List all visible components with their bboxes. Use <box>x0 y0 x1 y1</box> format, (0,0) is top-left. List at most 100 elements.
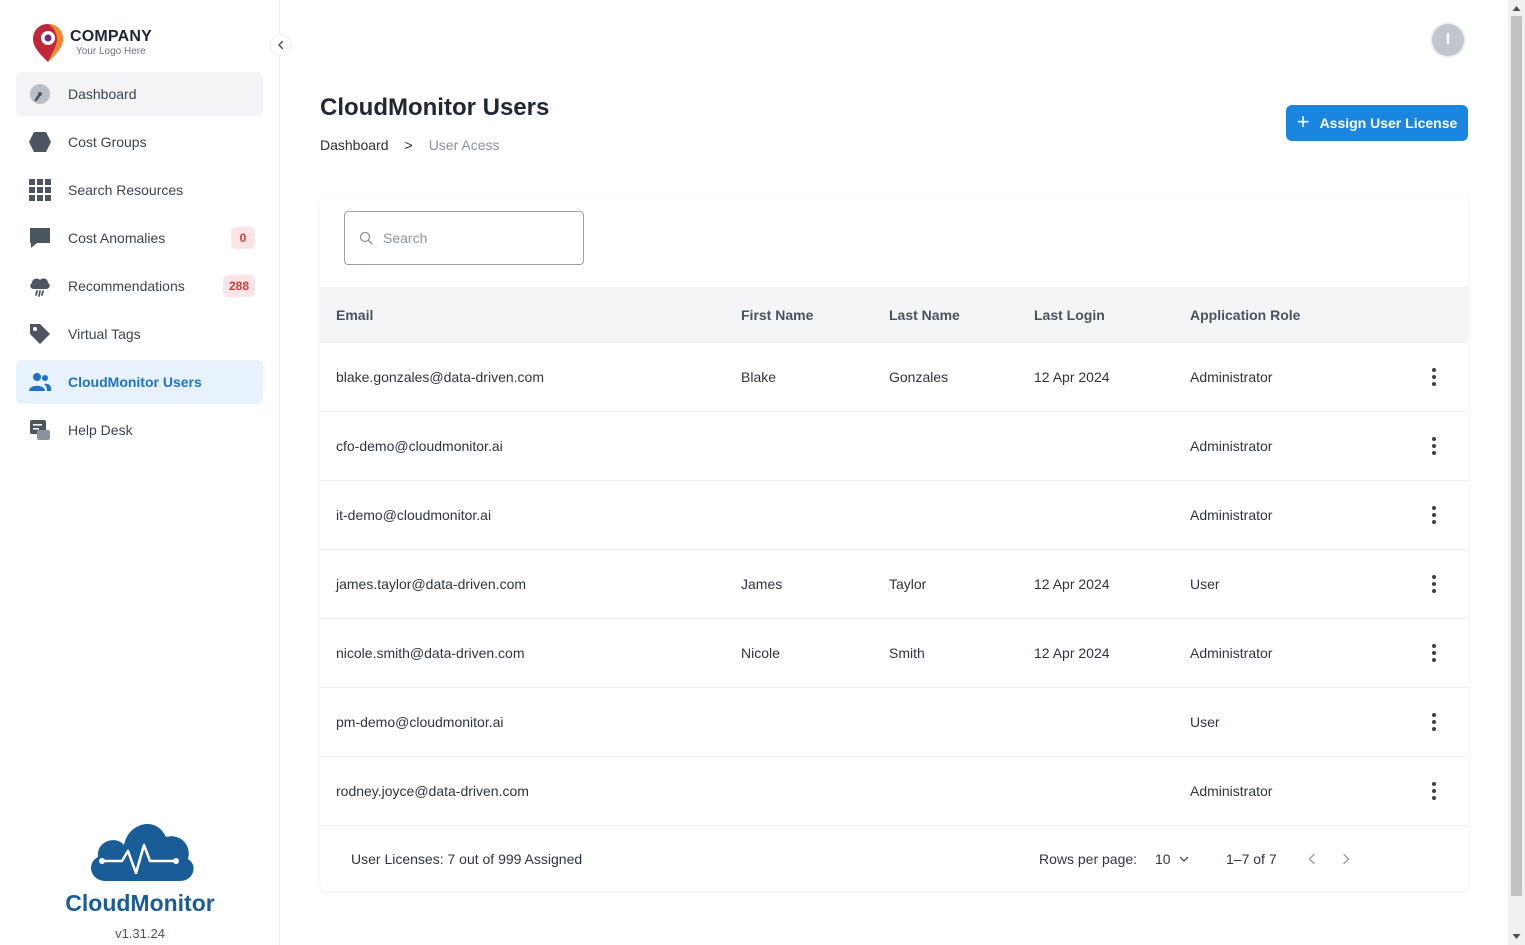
chevron-right-icon <box>1343 853 1350 865</box>
hexagon-icon <box>28 130 52 154</box>
sidebar-nav: Dashboard Cost Groups Search Resources C… <box>16 72 263 456</box>
table-row[interactable]: james.taylor@data-driven.com James Taylo… <box>320 550 1468 619</box>
table-row[interactable]: it-demo@cloudmonitor.ai Administrator <box>320 481 1468 550</box>
cell-role: Administrator <box>1190 783 1273 799</box>
breadcrumb-current: User Acess <box>428 137 500 153</box>
table-row[interactable]: pm-demo@cloudmonitor.ai User <box>320 688 1468 757</box>
row-actions-button[interactable] <box>1422 343 1446 411</box>
help-desk-icon <box>28 418 52 442</box>
more-vertical-icon <box>1432 506 1436 524</box>
cell-role: Administrator <box>1190 438 1273 454</box>
table-row[interactable]: nicole.smith@data-driven.com Nicole Smit… <box>320 619 1468 688</box>
column-header-last-name[interactable]: Last Name <box>889 287 960 343</box>
grid-icon <box>28 178 52 202</box>
tag-icon <box>28 322 52 346</box>
rows-per-page-select[interactable]: 10 <box>1155 827 1189 891</box>
cell-role: User <box>1190 714 1220 730</box>
user-avatar[interactable]: I <box>1432 24 1464 56</box>
scrollbar-thumb[interactable] <box>1511 16 1522 896</box>
column-header-application-role[interactable]: Application Role <box>1190 287 1300 343</box>
table-body: blake.gonzales@data-driven.com Blake Gon… <box>320 343 1468 826</box>
recommendations-count-badge: 288 <box>222 275 255 297</box>
brand-name: CloudMonitor <box>65 890 215 916</box>
sidebar-item-cloudmonitor-users[interactable]: CloudMonitor Users <box>16 360 263 404</box>
cell-first-name: Blake <box>741 369 777 385</box>
sidebar-item-virtual-tags[interactable]: Virtual Tags <box>16 312 263 356</box>
breadcrumb: Dashboard > User Acess <box>320 137 500 153</box>
sidebar-item-label: Dashboard <box>68 86 137 102</box>
gauge-icon <box>28 82 52 106</box>
sidebar: COMPANY Your Logo Here Dashboard Cost Gr… <box>0 0 280 945</box>
location-pin-logo-icon <box>33 24 63 62</box>
pagination-range: 1–7 of 7 <box>1226 851 1277 867</box>
sidebar-item-search-resources[interactable]: Search Resources <box>16 168 263 212</box>
table-row[interactable]: blake.gonzales@data-driven.com Blake Gon… <box>320 343 1468 412</box>
cell-last-name: Gonzales <box>889 369 949 385</box>
company-name: COMPANY <box>70 28 152 45</box>
row-actions-button[interactable] <box>1422 619 1446 687</box>
sidebar-item-cost-groups[interactable]: Cost Groups <box>16 120 263 164</box>
cell-email: james.taylor@data-driven.com <box>336 576 527 592</box>
more-vertical-icon <box>1432 782 1436 800</box>
cell-role: Administrator <box>1190 645 1273 661</box>
column-header-first-name[interactable]: First Name <box>741 287 813 343</box>
scroll-up-arrow-icon[interactable] <box>1512 4 1521 13</box>
next-page-button[interactable] <box>1336 849 1356 869</box>
sidebar-item-label: CloudMonitor Users <box>68 374 202 390</box>
assign-user-license-button[interactable]: + Assign User License <box>1286 105 1468 141</box>
table-footer: User Licenses: 7 out of 999 Assigned Row… <box>320 827 1468 891</box>
cell-role: Administrator <box>1190 507 1273 523</box>
search-input[interactable]: Search <box>344 211 584 265</box>
column-header-email[interactable]: Email <box>336 287 373 343</box>
previous-page-button[interactable] <box>1302 849 1322 869</box>
cell-email: pm-demo@cloudmonitor.ai <box>336 714 504 730</box>
cell-last-login: 12 Apr 2024 <box>1034 645 1110 661</box>
cell-first-name: Nicole <box>741 645 780 661</box>
chevron-left-icon <box>1308 853 1315 865</box>
page-scrollbar[interactable] <box>1508 0 1525 945</box>
chat-bubble-icon <box>28 226 52 250</box>
row-actions-button[interactable] <box>1422 481 1446 549</box>
row-actions-button[interactable] <box>1422 757 1446 825</box>
cell-first-name: James <box>741 576 783 592</box>
more-vertical-icon <box>1432 575 1436 593</box>
table-row[interactable]: cfo-demo@cloudmonitor.ai Administrator <box>320 412 1468 481</box>
row-actions-button[interactable] <box>1422 688 1446 756</box>
more-vertical-icon <box>1432 368 1436 386</box>
users-icon <box>28 370 52 394</box>
rows-per-page-label: Rows per page: <box>1039 851 1138 867</box>
search-icon <box>359 231 373 245</box>
row-actions-button[interactable] <box>1422 550 1446 618</box>
cell-last-login: 12 Apr 2024 <box>1034 369 1110 385</box>
cloud-heartbeat-icon <box>91 823 194 881</box>
sidebar-item-help-desk[interactable]: Help Desk <box>16 408 263 452</box>
sidebar-item-recommendations[interactable]: Recommendations 288 <box>16 264 263 308</box>
page-title: CloudMonitor Users <box>320 94 550 121</box>
rows-per-page-value: 10 <box>1155 851 1171 867</box>
cloudmonitor-logo: CloudMonitor <box>60 815 220 917</box>
chevron-left-icon <box>277 40 284 50</box>
company-logo[interactable]: COMPANY Your Logo Here <box>30 22 152 64</box>
sidebar-item-label: Recommendations <box>68 278 185 294</box>
row-actions-button[interactable] <box>1422 412 1446 480</box>
cell-email: blake.gonzales@data-driven.com <box>336 369 544 385</box>
app-version: v1.31.24 <box>115 926 165 941</box>
scroll-down-arrow-icon[interactable] <box>1512 932 1521 941</box>
breadcrumb-dashboard-link[interactable]: Dashboard <box>320 137 389 153</box>
users-table-card: Search Email First Name Last Name Last L… <box>320 195 1468 891</box>
breadcrumb-separator: > <box>404 137 413 153</box>
license-summary: User Licenses: 7 out of 999 Assigned <box>351 851 583 867</box>
assign-button-label: Assign User License <box>1319 115 1458 131</box>
search-placeholder: Search <box>383 230 428 246</box>
sidebar-item-dashboard[interactable]: Dashboard <box>16 72 263 116</box>
collapse-sidebar-button[interactable] <box>270 34 292 56</box>
table-row[interactable]: rodney.joyce@data-driven.com Administrat… <box>320 757 1468 826</box>
company-tagline: Your Logo Here <box>76 46 146 57</box>
sidebar-item-label: Virtual Tags <box>68 326 141 342</box>
cell-email: it-demo@cloudmonitor.ai <box>336 507 492 523</box>
cell-last-name: Taylor <box>889 576 927 592</box>
column-header-last-login[interactable]: Last Login <box>1034 287 1105 343</box>
plus-icon: + <box>1296 109 1310 134</box>
sidebar-item-cost-anomalies[interactable]: Cost Anomalies 0 <box>16 216 263 260</box>
cell-email: rodney.joyce@data-driven.com <box>336 783 529 799</box>
